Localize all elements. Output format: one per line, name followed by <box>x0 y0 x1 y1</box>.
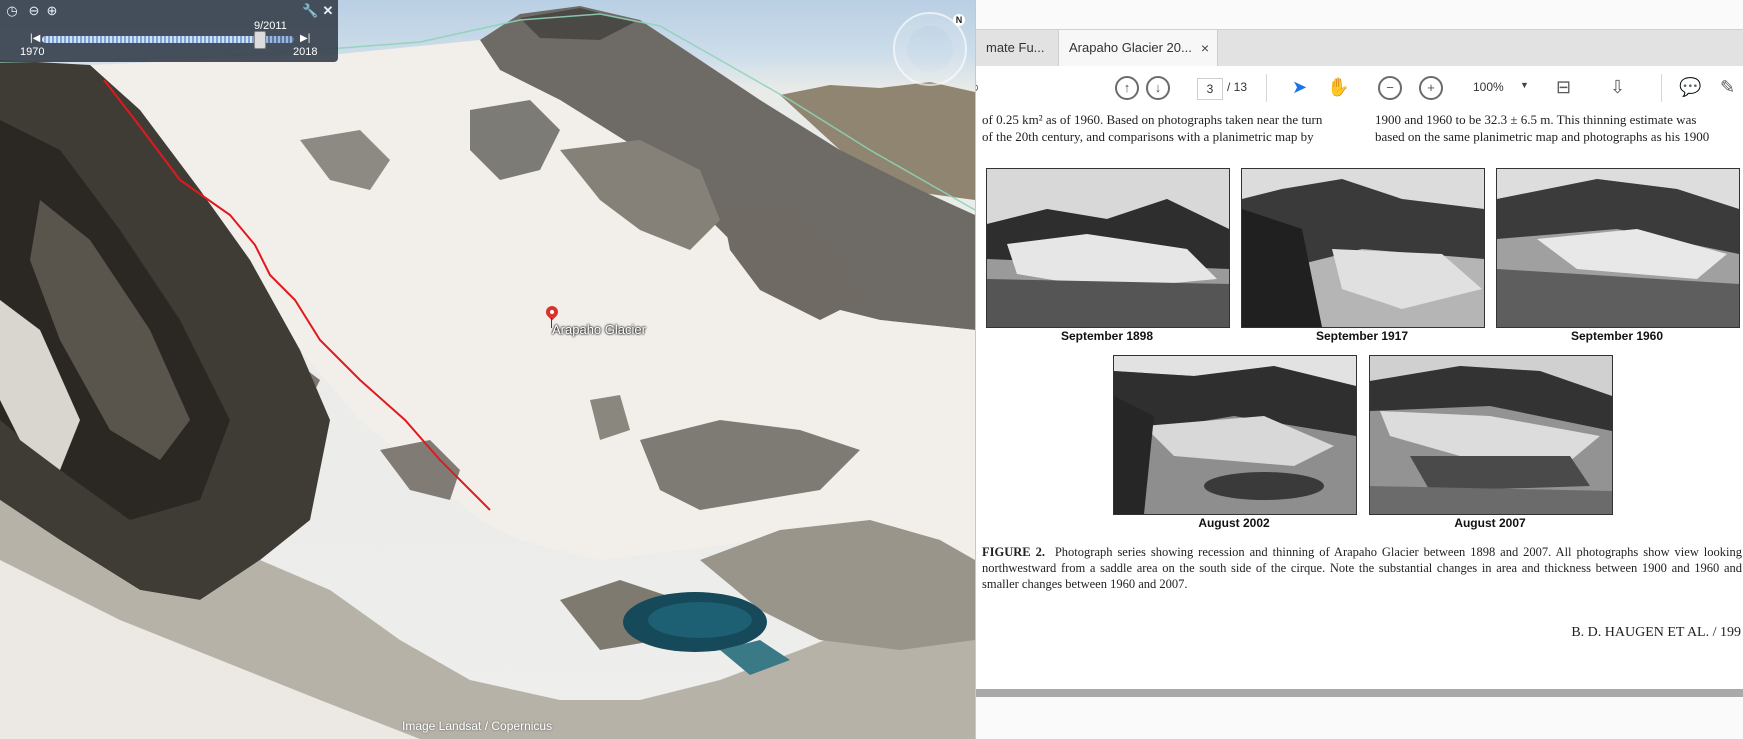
terrain-imagery[interactable] <box>0 0 975 739</box>
next-date-icon[interactable]: ▶| <box>300 33 310 44</box>
zoom-out-button[interactable]: − <box>1378 76 1402 100</box>
page-layout-icon[interactable]: ⊟ <box>1556 77 1571 98</box>
close-icon[interactable]: ✕ <box>320 3 336 19</box>
figure-caption: FIGURE 2. Photograph series showing rece… <box>982 544 1742 592</box>
tab-label: Arapaho Glacier 20... <box>1069 40 1192 55</box>
zoom-level[interactable]: 100% <box>1473 80 1504 94</box>
text-line: based on the same planimetric map and ph… <box>1375 129 1710 144</box>
tab-previous-document[interactable]: mate Fu... <box>976 30 1058 66</box>
photo-caption: September 1898 <box>1060 329 1154 343</box>
text-line: of the 20th century, and comparisons wit… <box>982 129 1314 144</box>
historical-imagery-timeslider: ◷ ⊖ ⊕ 🔧 ✕ 9/2011 |◀ ▶| 1970 2018 <box>0 0 338 62</box>
right-column-text: 1900 and 1960 to be 32.3 ± 6.5 m. This t… <box>1375 111 1739 145</box>
previous-page-button[interactable]: ↑ <box>1115 76 1139 100</box>
scroll-mode-icon[interactable]: ⇩ <box>1610 77 1625 98</box>
photo-caption: August 2002 <box>1198 516 1270 530</box>
pdf-page: of 0.25 km² as of 1960. Based on photogr… <box>976 111 1743 689</box>
pdf-toolbar: ⌕ ↑ ↓ 3 / 13 ➤ ✋ − + 100% ▼ ⊟ ⇩ 💬 ✎ <box>976 66 1743 112</box>
figure-caption-text: Photograph series showing recession and … <box>982 545 1743 591</box>
compass-north-icon[interactable]: N <box>953 14 965 26</box>
photo-september-1898 <box>986 168 1230 328</box>
next-page-button[interactable]: ↓ <box>1146 76 1170 100</box>
timeslider-end-year: 2018 <box>293 46 318 58</box>
previous-date-icon[interactable]: |◀ <box>30 33 40 44</box>
page-separator <box>976 689 1743 697</box>
wrench-icon[interactable]: 🔧 <box>302 3 318 19</box>
photo-caption: August 2007 <box>1454 516 1526 530</box>
toolbar-divider <box>1266 74 1267 102</box>
zoom-out-icon[interactable]: ⊖ <box>26 3 42 19</box>
placemark-label[interactable]: Arapaho Glacier <box>552 322 646 337</box>
photo-caption: September 1917 <box>1315 329 1409 343</box>
zoom-in-icon[interactable]: ⊕ <box>44 3 60 19</box>
photo-august-2007 <box>1369 355 1613 515</box>
page-footer: B. D. HAUGEN ET AL. / 199 <box>1571 625 1741 640</box>
photo-caption: September 1960 <box>1570 329 1664 343</box>
text-line: 1900 and 1960 to be 32.3 ± 6.5 m. This t… <box>1375 112 1697 127</box>
zoom-in-button[interactable]: + <box>1419 76 1443 100</box>
photo-september-1960 <box>1496 168 1740 328</box>
earth-3d-view[interactable]: ◷ ⊖ ⊕ 🔧 ✕ 9/2011 |◀ ▶| 1970 2018 N Arapa… <box>0 0 975 739</box>
search-icon[interactable]: ⌕ <box>976 77 980 98</box>
clock-icon[interactable]: ◷ <box>4 3 20 19</box>
toolbar-divider <box>1661 74 1662 102</box>
page-number-input[interactable]: 3 <box>1197 78 1223 100</box>
page-count: / 13 <box>1227 80 1248 94</box>
chevron-down-icon[interactable]: ▼ <box>1520 80 1529 90</box>
select-cursor-icon[interactable]: ➤ <box>1292 77 1307 98</box>
tab-arapaho-glacier[interactable]: Arapaho Glacier 20... × <box>1058 30 1218 66</box>
viewer-background <box>976 697 1743 739</box>
tab-label: mate Fu... <box>986 40 1045 55</box>
comment-icon[interactable]: 💬 <box>1679 77 1701 98</box>
imagery-attribution: Image Landsat / Copernicus <box>402 719 553 733</box>
hand-tool-icon[interactable]: ✋ <box>1327 77 1349 98</box>
text-line: of 0.25 km² as of 1960. Based on photogr… <box>982 112 1323 127</box>
pdf-viewer: mate Fu... Arapaho Glacier 20... × ⌕ ↑ ↓… <box>975 0 1743 739</box>
tab-close-icon[interactable]: × <box>1201 30 1209 66</box>
pen-icon[interactable]: ✎ <box>1720 77 1735 98</box>
figure-label: FIGURE 2. <box>982 545 1045 559</box>
tab-strip: mate Fu... Arapaho Glacier 20... × <box>976 29 1743 66</box>
placemark-pin-dot <box>550 310 554 314</box>
photo-september-1917 <box>1241 168 1485 328</box>
timeslider-track[interactable] <box>42 31 294 49</box>
timeslider-thumb[interactable] <box>253 31 266 49</box>
left-column-text: of 0.25 km² as of 1960. Based on photogr… <box>982 111 1328 145</box>
timeslider-start-year: 1970 <box>20 46 45 58</box>
timeslider-fill <box>42 36 259 43</box>
photo-august-2002 <box>1113 355 1357 515</box>
